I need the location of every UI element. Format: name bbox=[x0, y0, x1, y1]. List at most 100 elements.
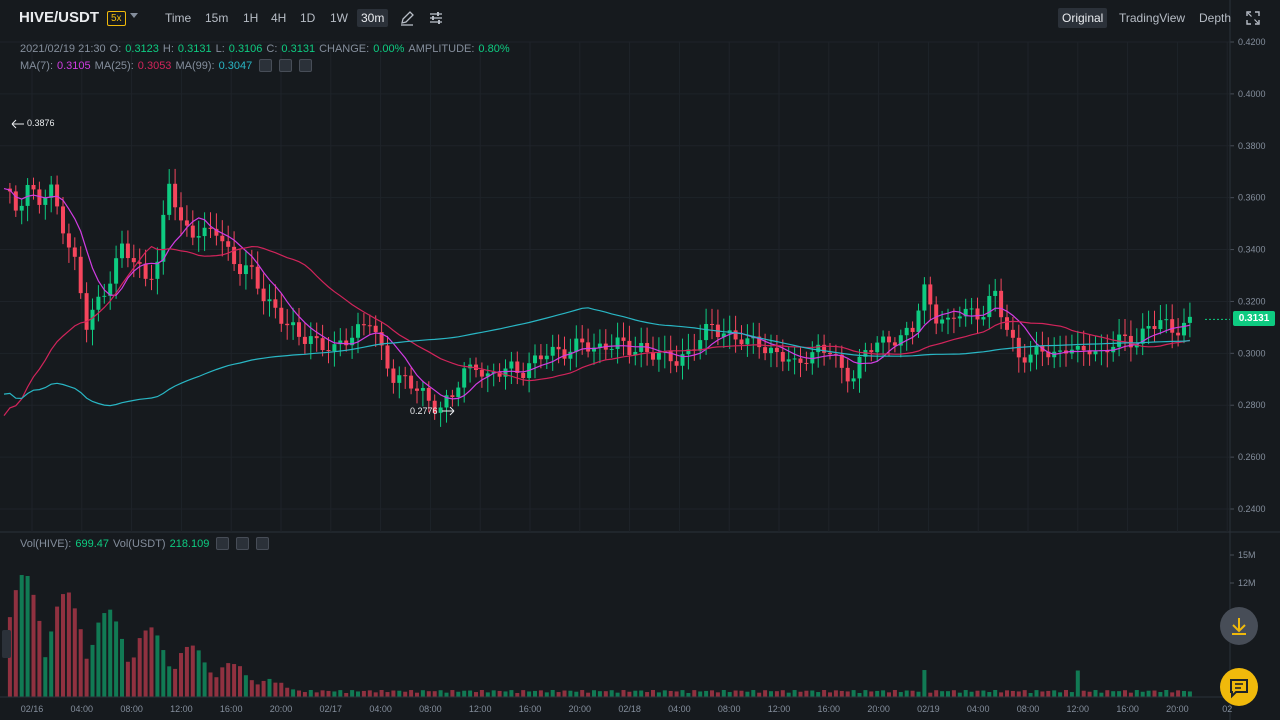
close-icon[interactable] bbox=[256, 537, 270, 550]
volume-bar bbox=[538, 690, 543, 697]
chevron-right-icon[interactable] bbox=[2, 630, 11, 658]
vol-usdt-value: 218.109 bbox=[169, 538, 210, 551]
pencil-icon[interactable] bbox=[399, 10, 415, 26]
candle-body bbox=[792, 358, 797, 360]
volume-bar bbox=[314, 692, 319, 697]
gear-icon[interactable] bbox=[279, 59, 293, 72]
volume-bar bbox=[96, 622, 101, 697]
volume-bar bbox=[155, 635, 160, 697]
candle-body bbox=[509, 361, 514, 369]
volume-bar bbox=[1105, 690, 1110, 697]
interval-1h[interactable]: 1H bbox=[243, 11, 258, 25]
interval-time[interactable]: Time bbox=[165, 11, 191, 25]
candle-body bbox=[1158, 320, 1163, 330]
chat-button[interactable] bbox=[1220, 668, 1258, 706]
price-chart[interactable]: 0.4200 0.4000 0.3800 0.3600 0.3400 0.3200 0.30… bbox=[0, 0, 1280, 720]
volume-bar bbox=[285, 687, 290, 697]
candle-body bbox=[987, 295, 992, 318]
volume-bar bbox=[981, 690, 986, 697]
candle-body bbox=[61, 206, 65, 234]
eye-icon[interactable] bbox=[216, 537, 230, 550]
volume-bar bbox=[1158, 692, 1163, 697]
candle-body bbox=[1152, 326, 1157, 330]
volume-bar bbox=[66, 592, 71, 697]
volume-bar bbox=[184, 646, 189, 697]
volume-bar bbox=[173, 668, 178, 697]
volume-bar bbox=[161, 650, 166, 697]
interval-1d[interactable]: 1D bbox=[300, 11, 315, 25]
volume-bar bbox=[881, 690, 886, 697]
volume-bar bbox=[468, 690, 473, 697]
candle-body bbox=[43, 197, 48, 205]
gear-icon[interactable] bbox=[236, 537, 250, 550]
volume-bar bbox=[993, 690, 998, 697]
volume-bar bbox=[745, 691, 750, 697]
candle-body bbox=[226, 241, 231, 247]
candle-body bbox=[798, 358, 803, 363]
candle-body bbox=[125, 243, 130, 259]
volume-bar bbox=[892, 690, 897, 697]
volume-bar bbox=[214, 677, 219, 697]
arrow-left-icon bbox=[11, 119, 24, 129]
candle-body bbox=[173, 183, 178, 208]
candle-body bbox=[31, 184, 36, 190]
open-value: 0.3123 bbox=[125, 43, 159, 55]
volume-bar bbox=[49, 631, 54, 697]
interval-4h[interactable]: 4H bbox=[271, 11, 286, 25]
volume-bar bbox=[656, 692, 661, 697]
volume-bar bbox=[922, 670, 927, 697]
candle-body bbox=[1164, 319, 1169, 321]
view-tradingview[interactable]: TradingView bbox=[1119, 11, 1185, 25]
download-button[interactable] bbox=[1220, 607, 1258, 645]
volume-bar bbox=[131, 657, 136, 697]
fullscreen-icon[interactable] bbox=[1245, 10, 1261, 26]
time-tick-label: 02/17 bbox=[320, 704, 343, 714]
volume-bar bbox=[78, 629, 83, 697]
candle-body bbox=[739, 339, 744, 345]
candle-body bbox=[875, 342, 880, 353]
candle-body bbox=[851, 378, 856, 382]
volume-bar bbox=[639, 690, 644, 697]
volume-bar bbox=[1111, 691, 1116, 697]
interval-15m[interactable]: 15m bbox=[205, 11, 228, 25]
candle-body bbox=[763, 347, 768, 354]
chevron-down-icon[interactable] bbox=[130, 13, 138, 18]
time-tick-label: 04:00 bbox=[369, 704, 392, 714]
candle-body bbox=[621, 337, 626, 341]
pair-title[interactable]: HIVE/USDT bbox=[19, 9, 99, 26]
volume-bar bbox=[1187, 691, 1192, 697]
candle-body bbox=[19, 205, 24, 211]
time-tick-label: 16:00 bbox=[519, 704, 542, 714]
candle-body bbox=[544, 355, 549, 360]
close-icon[interactable] bbox=[299, 59, 313, 72]
candle-body bbox=[84, 293, 89, 330]
view-original[interactable]: Original bbox=[1058, 8, 1108, 28]
time-tick-label: 08:00 bbox=[718, 704, 741, 714]
interval-30m[interactable]: 30m bbox=[357, 9, 389, 27]
candle-body bbox=[521, 372, 526, 379]
chart-toolbar: HIVE/USDT 5x Time 15m 1H 4H 1D 1W 30m Or… bbox=[0, 0, 1280, 38]
candle-body bbox=[179, 207, 183, 221]
candle-body bbox=[297, 322, 301, 337]
volume-bar bbox=[674, 691, 679, 697]
volume-bar bbox=[1093, 690, 1098, 697]
high-value: 0.3131 bbox=[177, 43, 212, 55]
volume-bar bbox=[816, 692, 821, 697]
volume-bar bbox=[426, 691, 431, 697]
time-tick-label: 08:00 bbox=[1017, 704, 1040, 714]
volume-bar bbox=[727, 692, 732, 697]
volume-bar bbox=[780, 690, 785, 697]
time-tick-label: 12:00 bbox=[469, 704, 492, 714]
candle-body bbox=[49, 184, 54, 198]
settings-sliders-icon[interactable] bbox=[428, 10, 444, 26]
volume-bar bbox=[875, 690, 880, 697]
volume-bar bbox=[863, 690, 868, 697]
volume-bar bbox=[515, 692, 520, 697]
time-tick-label: 20:00 bbox=[569, 704, 592, 714]
volume-bar bbox=[297, 690, 301, 697]
volume-bar bbox=[940, 691, 945, 697]
interval-1w[interactable]: 1W bbox=[330, 11, 348, 25]
volume-bar bbox=[409, 690, 414, 697]
view-depth[interactable]: Depth bbox=[1199, 11, 1231, 25]
eye-icon[interactable] bbox=[259, 59, 273, 72]
